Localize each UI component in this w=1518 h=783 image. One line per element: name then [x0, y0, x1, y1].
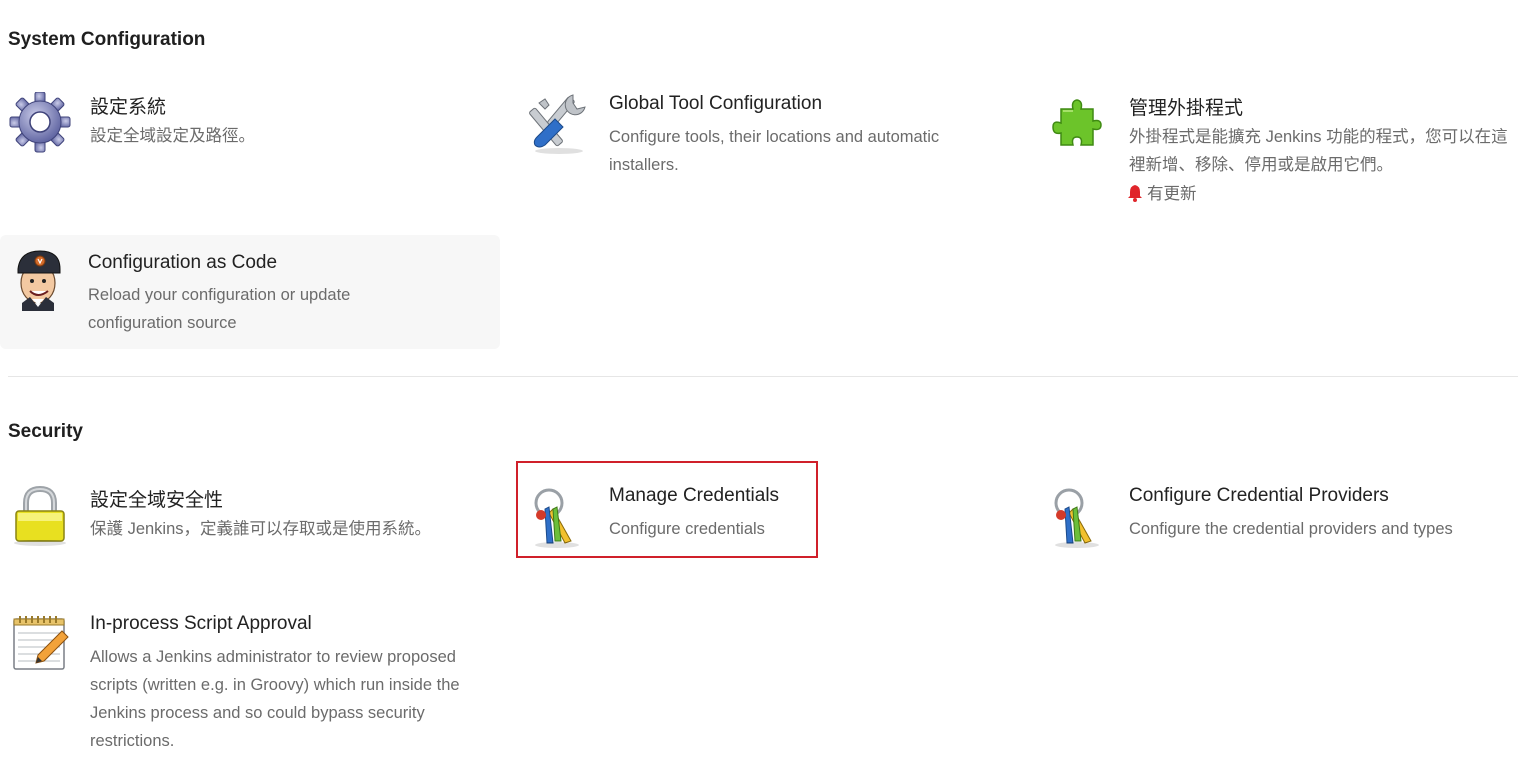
tile-manage-plugins[interactable]: 管理外掛程式 外掛程式是能擴充 Jenkins 功能的程式，您可以在這裡新增、移… [1041, 93, 1518, 213]
tile-description: Allows a Jenkins administrator to review… [90, 648, 460, 750]
tools-icon [527, 93, 591, 157]
tile-title: Global Tool Configuration [609, 93, 823, 114]
section-divider [8, 376, 1518, 377]
tile-description: Reload your configuration or update conf… [88, 286, 351, 332]
tile-configure-system[interactable]: 設定系統 設定全域設定及路徑。 [2, 92, 500, 212]
updates-available-badge[interactable]: 有更新 [1127, 180, 1197, 207]
tile-title: 設定系統 [90, 97, 167, 118]
tile-description: 保護 Jenkins，定義誰可以存取或是使用系統。 [90, 520, 432, 538]
section-title-system-configuration: System Configuration [8, 29, 206, 50]
tile-title: 設定全域安全性 [90, 490, 224, 511]
notepad-icon [8, 613, 72, 677]
keys-icon [1047, 485, 1111, 549]
puzzle-icon [1047, 93, 1111, 157]
tile-description: Configure tools, their locations and aut… [609, 128, 940, 174]
badge-label: 有更新 [1147, 185, 1197, 203]
jenkins-butler-icon [8, 247, 72, 311]
tile-configure-credential-providers[interactable]: Configure Credential Providers Configure… [1041, 485, 1518, 555]
bell-icon [1127, 184, 1143, 207]
tile-configure-global-security[interactable]: 設定全域安全性 保護 Jenkins，定義誰可以存取或是使用系統。 [2, 485, 500, 575]
tile-global-tool-configuration[interactable]: Global Tool Configuration Configure tool… [521, 93, 1019, 213]
tile-in-process-script-approval[interactable]: In-process Script Approval Allows a Jenk… [2, 613, 500, 763]
section-title-security: Security [8, 421, 83, 442]
tile-title: Configuration as Code [88, 252, 278, 273]
tile-description: 設定全域設定及路徑。 [90, 127, 255, 145]
tile-title: In-process Script Approval [90, 613, 312, 634]
tile-description: Configure the credential providers and t… [1129, 520, 1453, 538]
selection-highlight [516, 461, 818, 558]
padlock-icon [8, 485, 72, 549]
tile-description: 外掛程式是能擴充 Jenkins 功能的程式，您可以在這裡新增、移除、停用或是啟… [1129, 128, 1508, 174]
tile-title: Configure Credential Providers [1129, 485, 1389, 506]
gear-icon [8, 92, 72, 156]
tile-title: 管理外掛程式 [1129, 98, 1244, 119]
tile-configuration-as-code[interactable]: Configuration as Code Reload your config… [0, 235, 500, 349]
